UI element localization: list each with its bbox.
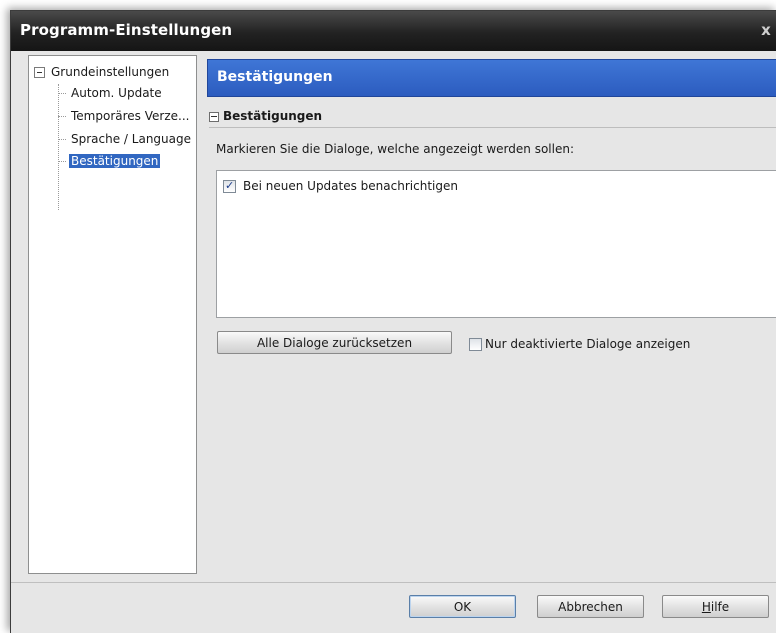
section-title: Bestätigungen	[223, 109, 323, 123]
page-header-banner: Bestätigungen	[207, 59, 776, 97]
settings-tree: Grundeinstellungen Autom. Update Temporä…	[28, 55, 197, 574]
list-item-label: Bei neuen Updates benachrichtigen	[243, 179, 458, 193]
tree-root-grundeinstellungen[interactable]: Grundeinstellungen	[34, 65, 169, 81]
section-header[interactable]: Bestätigungen	[209, 109, 776, 128]
help-label-rest: ilfe	[710, 600, 730, 614]
tree-connector	[58, 139, 66, 140]
tree-item-label: Sprache / Language	[71, 132, 191, 146]
cancel-button[interactable]: Abbrechen	[537, 595, 644, 618]
dialog-checkbox[interactable]	[223, 178, 236, 194]
tree-item-temporaeres-verzeichnis[interactable]: Temporäres Verze...	[58, 107, 191, 125]
only-disabled-label: Nur deaktivierte Dialoge anzeigen	[485, 337, 691, 351]
only-disabled-checkbox[interactable]	[469, 338, 482, 351]
reset-dialogs-button[interactable]: Alle Dialoge zurücksetzen	[217, 331, 452, 354]
list-item[interactable]: Bei neuen Updates benachrichtigen	[223, 178, 458, 194]
tree-connector	[58, 161, 66, 162]
tree-connector	[58, 93, 66, 94]
dialog-list[interactable]: Bei neuen Updates benachrichtigen	[216, 170, 776, 318]
help-button[interactable]: Hilfe	[662, 595, 769, 618]
close-icon[interactable]: x	[757, 21, 775, 39]
settings-window: Programm-Einstellungen x Grundeinstellun…	[10, 10, 776, 633]
collapse-icon[interactable]	[34, 67, 45, 78]
instruction-text: Markieren Sie die Dialoge, welche angeze…	[216, 142, 574, 156]
tree-root-label: Grundeinstellungen	[51, 65, 170, 79]
page-title: Bestätigungen	[217, 69, 333, 85]
help-accesskey: H	[701, 600, 711, 614]
footer-divider	[11, 582, 776, 583]
tree-connector	[58, 116, 66, 117]
tree-item-bestaetigungen[interactable]: Bestätigungen	[58, 152, 161, 170]
tree-item-label: Bestätigungen	[69, 154, 161, 168]
collapse-icon[interactable]	[209, 111, 219, 122]
tree-item-label: Temporäres Verze...	[71, 109, 190, 123]
ok-button[interactable]: OK	[409, 595, 516, 618]
tree-item-sprache[interactable]: Sprache / Language	[58, 130, 193, 148]
tree-item-label: Autom. Update	[71, 86, 162, 100]
tree-item-autom-update[interactable]: Autom. Update	[58, 84, 164, 102]
title-bar[interactable]: Programm-Einstellungen x	[11, 11, 776, 51]
window-title: Programm-Einstellungen	[20, 21, 233, 39]
only-disabled-option[interactable]: Nur deaktivierte Dialoge anzeigen	[469, 336, 690, 352]
